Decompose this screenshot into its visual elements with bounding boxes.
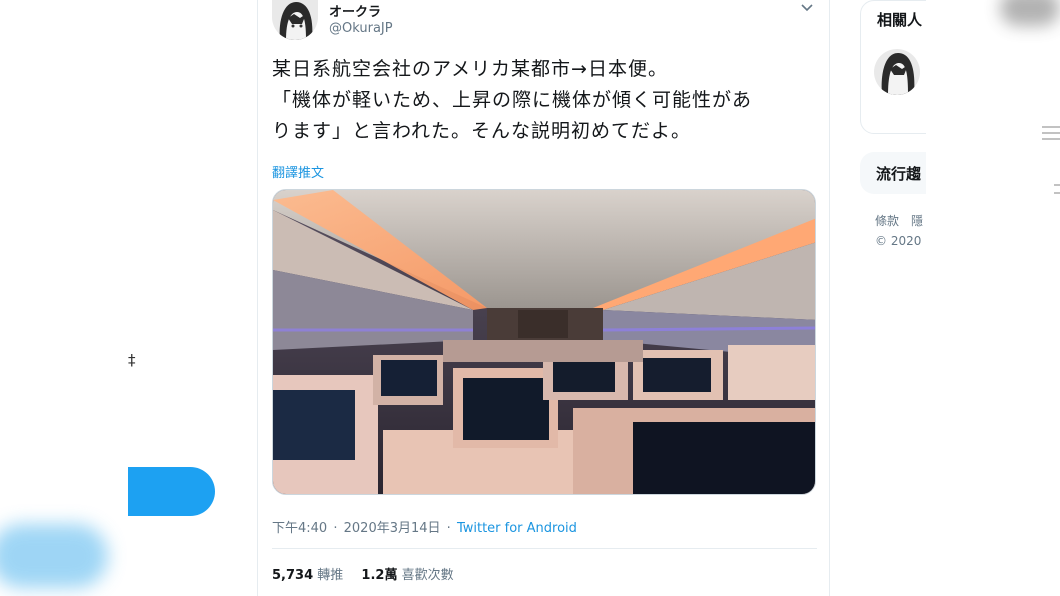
tweet-date[interactable]: 2020年3月14日 bbox=[344, 521, 441, 536]
blurred-edge-dash bbox=[1042, 132, 1060, 134]
meta-separator: · bbox=[333, 521, 338, 536]
nav-icon-partial[interactable]: ‡ bbox=[128, 351, 136, 369]
copyright-text: © 2020 bbox=[875, 234, 922, 248]
account-switcher-blurred[interactable] bbox=[0, 524, 108, 588]
right-sidebar: 相關人 流行趨 條款 隱 © 2020 bbox=[860, 0, 926, 596]
footer-links[interactable]: 條款 隱 bbox=[875, 212, 923, 229]
author-avatar[interactable] bbox=[272, 0, 318, 40]
blurred-edge-dash bbox=[1054, 192, 1060, 194]
divider bbox=[272, 548, 817, 549]
tweet-text-line: 某日系航空会社のアメリカ某都市→日本便。 bbox=[272, 58, 668, 80]
tweet-photo[interactable] bbox=[272, 189, 816, 495]
tweet-source-link[interactable]: Twitter for Android bbox=[457, 521, 577, 536]
tweet-time[interactable]: 下午4:40 bbox=[272, 521, 327, 536]
author-username[interactable]: @OkuraJP bbox=[329, 21, 393, 36]
retweets-label: 轉推 bbox=[317, 568, 344, 583]
tweet-stats: 5,734 轉推 1.2萬 喜歡次數 bbox=[272, 564, 468, 583]
blurred-edge-element bbox=[1000, 0, 1060, 26]
relevant-people-title: 相關人 bbox=[877, 11, 923, 29]
relevant-person-avatar[interactable] bbox=[874, 49, 920, 95]
author-display-name[interactable]: オークラ bbox=[329, 1, 381, 20]
relevant-people-card: 相關人 bbox=[860, 0, 926, 134]
trends-title: 流行趨 bbox=[876, 165, 922, 183]
tweet-detail: オークラ @OkuraJP 某日系航空会社のアメリカ某都市→日本便。 「機体が軽… bbox=[257, 0, 830, 596]
trends-card: 流行趨 bbox=[860, 152, 926, 194]
tweet-text-line: 「機体が軽いため、上昇の際に機体が傾く可能性があ bbox=[272, 89, 753, 111]
blurred-edge-dash bbox=[1042, 138, 1060, 140]
chevron-down-icon[interactable] bbox=[799, 0, 815, 16]
blurred-edge-dash bbox=[1042, 126, 1060, 128]
meta-separator: · bbox=[446, 521, 451, 536]
tweet-text: 某日系航空会社のアメリカ某都市→日本便。 「機体が軽いため、上昇の際に機体が傾く… bbox=[272, 54, 817, 147]
likes-stat[interactable]: 1.2萬 喜歡次數 bbox=[361, 568, 453, 583]
likes-count: 1.2萬 bbox=[361, 568, 398, 583]
blurred-edge-dash bbox=[1054, 184, 1060, 186]
tweet-compose-button[interactable] bbox=[128, 467, 215, 516]
tweet-metadata: 下午4:40 · 2020年3月14日 · Twitter for Androi… bbox=[272, 517, 577, 536]
likes-label: 喜歡次數 bbox=[401, 568, 454, 583]
retweets-count: 5,734 bbox=[272, 568, 314, 583]
retweets-stat[interactable]: 5,734 轉推 bbox=[272, 568, 347, 583]
tweet-text-line: ります」と言われた。そんな説明初めてだよ。 bbox=[272, 120, 692, 142]
translate-tweet-link[interactable]: 翻譯推文 bbox=[272, 162, 324, 181]
